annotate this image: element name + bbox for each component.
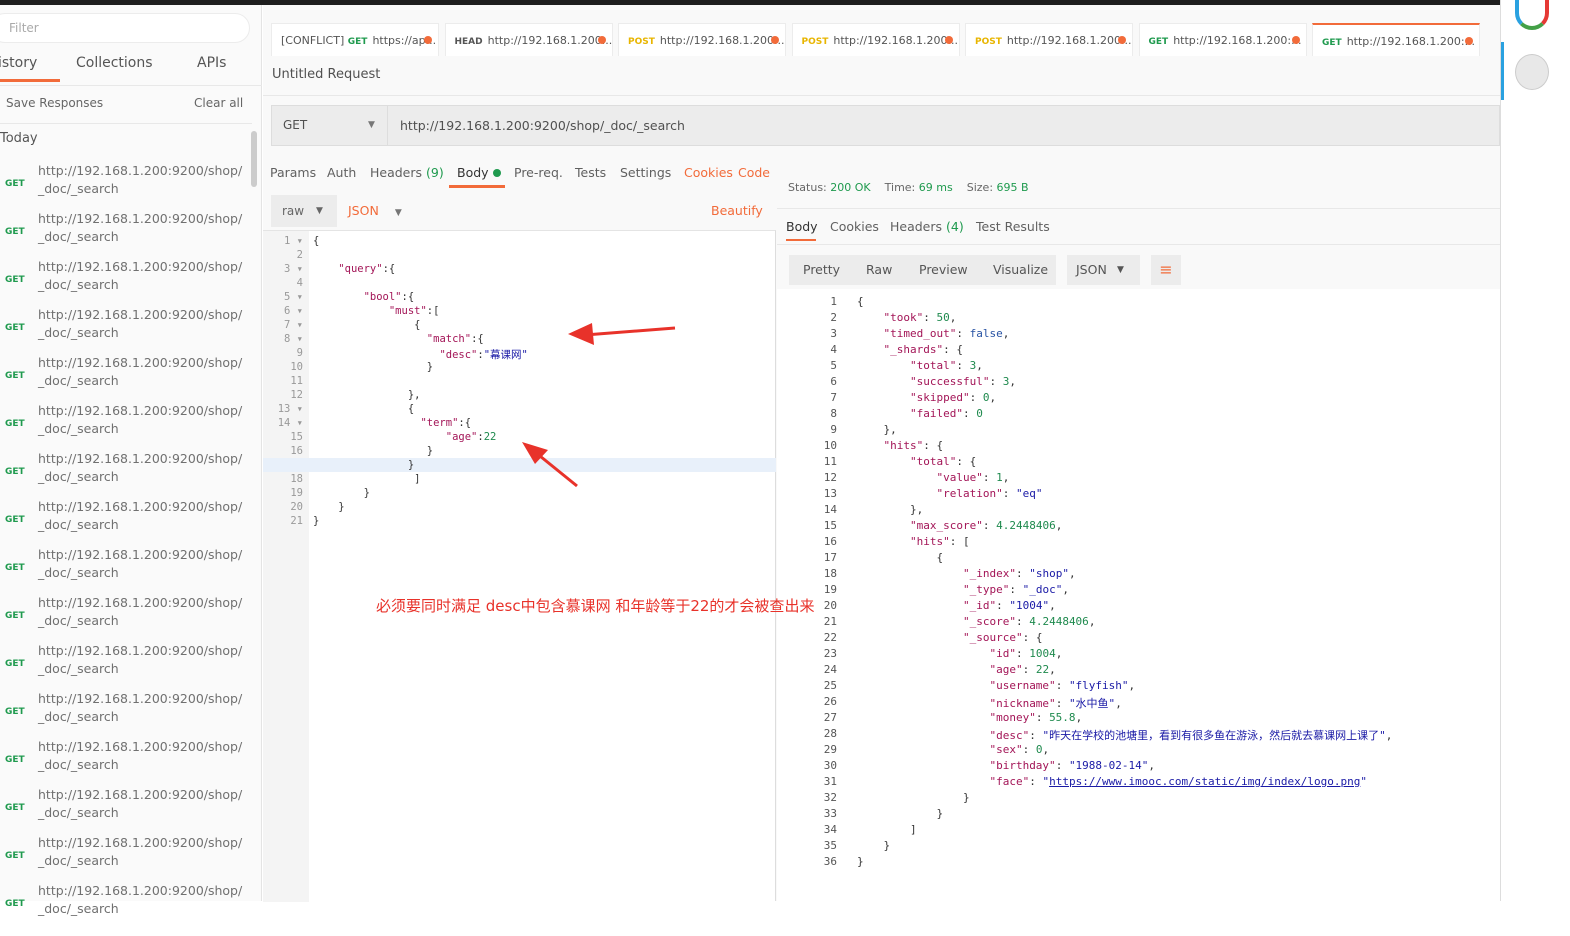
annotation-text: 必须要同时满足 desc中包含慕课网 和年龄等于22的才会被查出来: [376, 597, 815, 615]
arrow-icon: [522, 442, 578, 488]
annotation-arrows: [522, 323, 676, 488]
arrow-icon: [568, 323, 676, 345]
